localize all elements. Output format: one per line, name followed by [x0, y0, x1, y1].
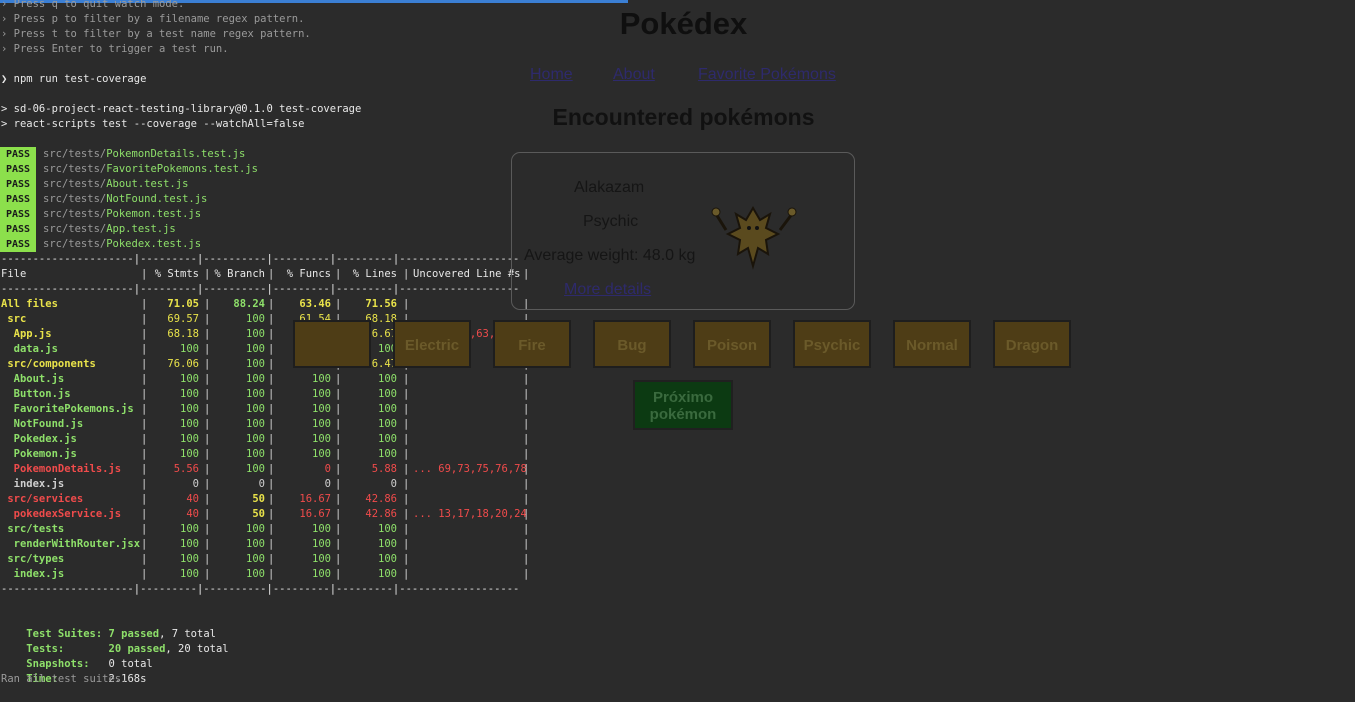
type-button-all[interactable]	[293, 320, 371, 368]
type-button-electric[interactable]: Electric	[393, 320, 471, 368]
pokedex-app: Pokédex Home About Favorite Pokémons Enc…	[0, 0, 1355, 683]
type-button-bug[interactable]: Bug	[593, 320, 671, 368]
pokemon-card: Alakazam Psychic Average weight: 48.0 kg…	[511, 152, 855, 310]
page-title: Pokédex	[619, 6, 748, 41]
nav-link-favorites[interactable]: Favorite Pokémons	[698, 66, 836, 84]
type-button-poison[interactable]: Poison	[693, 320, 771, 368]
pokemon-type: Psychic	[583, 213, 639, 230]
pokemon-weight: Average weight: 48.0 kg	[524, 247, 696, 264]
pokemon-sprite	[711, 206, 797, 270]
type-button-psychic[interactable]: Psychic	[793, 320, 871, 368]
next-pokemon-button[interactable]: Próximo pokémon	[633, 380, 733, 430]
pokemon-name: Alakazam	[574, 179, 645, 196]
nav-link-about[interactable]: About	[613, 66, 655, 84]
type-button-dragon[interactable]: Dragon	[993, 320, 1071, 368]
type-button-normal[interactable]: Normal	[893, 320, 971, 368]
type-button-fire[interactable]: Fire	[493, 320, 571, 368]
more-details-link[interactable]: More details	[564, 281, 651, 299]
section-heading: Encountered pokémons	[552, 104, 815, 130]
nav-link-home[interactable]: Home	[530, 66, 573, 84]
